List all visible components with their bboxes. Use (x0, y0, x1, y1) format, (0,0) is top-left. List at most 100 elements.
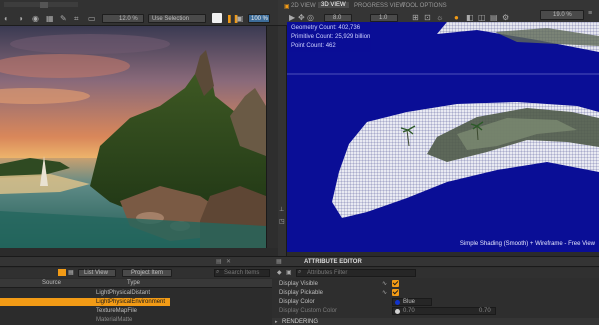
texture-icon[interactable]: ▤ (490, 13, 498, 22)
custom-color-a: 0.70 (403, 308, 415, 314)
frame-icon[interactable]: ⊡ (424, 13, 431, 22)
camera-icon[interactable]: ◎ (307, 13, 314, 22)
panel-grip-icon[interactable]: ▦ (276, 258, 282, 265)
link-icon[interactable]: ∿ (382, 280, 387, 288)
grid-view-icon[interactable]: ▦ (68, 269, 74, 276)
custom-color-b: 0.70 (479, 308, 491, 314)
comment-icon[interactable]: ◆ (277, 269, 282, 276)
tab-progress-view[interactable]: PROGRESS VIEW (354, 3, 405, 9)
render-tab[interactable] (4, 2, 44, 7)
attribute-label: Display Color (279, 299, 315, 305)
panel-close-icon[interactable]: ✕ (226, 258, 231, 265)
value-a: 8.0 (333, 15, 342, 21)
table-row[interactable]: MaterialMatte (0, 316, 272, 324)
project-toolbar: ▦ List View Project Item ⌕ Search Items (0, 268, 272, 278)
table-row-selected[interactable]: LightPhysicalEnvironment (0, 298, 170, 306)
attribute-toolbar: ◆ ▣ ⌕ Attributes Filter (272, 268, 599, 278)
attribute-row: Display Pickable ∿ (272, 289, 599, 297)
item-type-value: Project Item (131, 270, 164, 276)
move-icon[interactable]: ✥ (298, 13, 305, 22)
search-placeholder: Search Items (224, 270, 260, 276)
viewport-zoom-value: 19.0 % (553, 12, 572, 18)
primitive-count: Primitive Count: 25,929 billion (291, 34, 371, 40)
row-type: LightPhysicalEnvironment (96, 299, 166, 305)
tab-3d-view[interactable]: 3D VIEW (318, 2, 349, 8)
collapse-icon: ▸ (275, 319, 278, 325)
tab-close-icon[interactable] (40, 2, 48, 8)
attributes-filter-input[interactable]: ⌕ Attributes Filter (296, 269, 416, 277)
contrast-icon[interactable]: ◐ (4, 14, 14, 23)
attribute-row: Display Color Blue (272, 298, 599, 306)
column-source[interactable]: Source (42, 280, 61, 286)
lock-icon[interactable]: ▣ (286, 269, 292, 276)
menu-icon[interactable]: ≡ (588, 10, 592, 17)
color-swatch (395, 300, 400, 305)
point-count: Point Count: 462 (291, 43, 336, 49)
rendering-section[interactable]: ▸ RENDERING (272, 318, 599, 325)
selection-dropdown[interactable]: Use Selection (148, 14, 206, 23)
attribute-row: Display Custom Color 0.70 0.70 (272, 307, 599, 315)
search-input[interactable]: ⌕ Search Items (214, 269, 270, 277)
display-pickable-checkbox[interactable] (392, 289, 399, 296)
attribute-editor-header: ▦ ATTRIBUTE EDITOR (272, 257, 599, 267)
snap-icon[interactable]: ⊞ (412, 13, 419, 22)
stop-icon[interactable] (212, 13, 222, 23)
zoom-value: 12.0 % (119, 16, 138, 22)
grid-icon[interactable]: ▦ (46, 14, 56, 23)
settings-icon[interactable]: ⚙ (502, 13, 509, 22)
axis-icon[interactable]: ⊥ (279, 206, 284, 213)
filter-placeholder: Attributes Filter (307, 270, 348, 276)
section-title: RENDERING (282, 319, 319, 325)
attribute-label: Display Pickable (279, 290, 324, 296)
attribute-editor-title: ATTRIBUTE EDITOR (304, 259, 362, 265)
color-dot-icon (395, 309, 400, 314)
display-color-field[interactable]: Blue (392, 298, 432, 306)
tab-tool-options[interactable]: TOOL OPTIONS (402, 3, 447, 9)
shading-icon[interactable]: ● (454, 13, 459, 22)
render-image-svg (0, 26, 266, 248)
attribute-row: Display Visible ∿ (272, 280, 599, 288)
source-tab[interactable] (48, 2, 78, 7)
zoom-percent-value: 100 % (251, 16, 269, 22)
value-b: 1.0 (379, 15, 388, 21)
tab-2d-view[interactable]: 2D VIEW (291, 3, 316, 9)
project-tabs: ▤ ✕ (0, 257, 272, 267)
display-icon[interactable]: ◧ (466, 13, 474, 22)
record-icon[interactable]: ▣ (236, 14, 244, 23)
viewport-zoom-field[interactable]: 19.0 % (540, 10, 584, 20)
row-type: TextureMapFile (96, 308, 138, 314)
link-icon[interactable]: ∿ (382, 289, 387, 297)
camera-toggle-icon[interactable]: ◳ (279, 218, 285, 225)
zoom-percent-field[interactable]: 100 % (248, 14, 270, 23)
table-row[interactable]: TextureMapFile (0, 307, 272, 315)
wire-icon[interactable]: ◫ (478, 13, 486, 22)
custom-color-field[interactable]: 0.70 0.70 (392, 307, 496, 315)
column-type[interactable]: Type (127, 280, 140, 286)
view-mode-value: List View (84, 270, 108, 276)
view-mode-dropdown[interactable]: List View (78, 269, 116, 277)
pin-icon[interactable]: ▣ (284, 3, 290, 10)
exposure-icon[interactable]: ◑ (18, 14, 28, 23)
filter-icon[interactable] (58, 269, 66, 276)
value-a-field[interactable]: 8.0 (324, 14, 352, 22)
attribute-label: Display Visible (279, 281, 318, 287)
item-type-dropdown[interactable]: Project Item (122, 269, 172, 277)
search-icon: ⌕ (298, 269, 302, 275)
render-toolbar: ◐ ◑ ◉ ▦ ✎ ⌗ ▭ 12.0 % Use Selection ❚❚ ▣ … (0, 0, 278, 26)
table-row[interactable]: LightPhysicalDistant (0, 289, 272, 297)
region-icon[interactable]: ▭ (88, 14, 98, 23)
shading-status: Simple Shading (Smooth) + Wireframe - Fr… (459, 241, 595, 247)
light-icon[interactable]: ☼ (436, 13, 443, 22)
attribute-editor: ▦ ATTRIBUTE EDITOR ◆ ▣ ⌕ Attributes Filt… (272, 256, 599, 325)
panel-menu-icon[interactable]: ▤ (216, 258, 222, 265)
search-icon: ⌕ (216, 269, 220, 275)
crop-icon[interactable]: ⌗ (74, 14, 84, 23)
display-visible-checkbox[interactable] (392, 280, 399, 287)
brush-icon[interactable]: ✎ (60, 14, 70, 23)
zoom-field[interactable]: 12.0 % (102, 14, 144, 23)
select-icon[interactable]: ▶ (289, 13, 295, 22)
value-b-field[interactable]: 1.0 (370, 14, 398, 22)
3d-viewport[interactable]: Geometry Count: 402,736 Primitive Count:… (287, 22, 599, 252)
channel-icon[interactable]: ◉ (32, 14, 42, 23)
render-scrollbar[interactable] (266, 26, 278, 248)
